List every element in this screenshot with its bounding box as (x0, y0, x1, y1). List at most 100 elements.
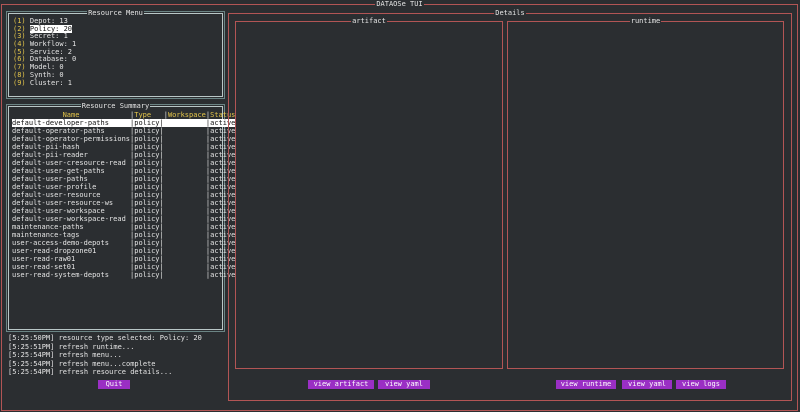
cell-name: default-user-cresource-read (12, 159, 126, 167)
cell-type: |policy| (130, 207, 164, 215)
cell-type: |policy| (130, 135, 164, 143)
runtime-title: runtime (629, 17, 662, 25)
cell-workspace (164, 239, 206, 247)
table-row[interactable]: default-pii-hash |policy| |active (12, 143, 235, 151)
table-row[interactable]: user-read-set01 |policy| |active (12, 263, 235, 271)
cell-type: |policy| (130, 215, 164, 223)
cell-type: |policy| (130, 151, 164, 159)
table-row[interactable]: default-user-resource |policy| |active (12, 191, 235, 199)
log-line: [5:25:54PM] refresh resource details... (8, 368, 173, 377)
table-row[interactable]: default-user-paths |policy| |active (12, 175, 235, 183)
cell-type: |policy| (130, 159, 164, 167)
cell-name: default-user-profile (12, 183, 97, 191)
cell-name: default-user-resource-ws (12, 199, 114, 207)
cell-workspace (164, 231, 206, 239)
cell-name: default-operator-permissions (12, 135, 131, 143)
cell-workspace (164, 175, 206, 183)
table-row[interactable]: default-operator-paths |policy| |active (12, 127, 235, 135)
table-row[interactable]: default-user-profile |policy| |active (12, 183, 235, 191)
log-line: [5:25:51PM] refresh runtime... (8, 342, 135, 351)
cell-type: |policy| (130, 199, 164, 207)
cell-name: user-read-dropzone01 (12, 247, 97, 255)
cell-workspace (164, 199, 206, 207)
resource-summary-panel: Resource Summary Name |Type |Workspace |… (6, 102, 236, 332)
resource-menu-panel: Resource Menu (1) Depot: 13 (2) Policy: 2… (6, 9, 225, 99)
cell-workspace (164, 223, 206, 231)
table-row[interactable]: default-user-workspace-read |policy| |acti… (12, 215, 235, 223)
cell-type: |policy| (130, 143, 164, 151)
cell-workspace (163, 119, 206, 127)
cell-workspace (164, 271, 206, 279)
cell-name: default-user-workspace (12, 207, 105, 215)
table-row[interactable]: default-user-cresource-read |policy| |acti… (12, 159, 235, 167)
cell-workspace (164, 207, 206, 215)
cell-name: user-access-demo-depots (12, 239, 109, 247)
resource-summary-title: Resource Summary (80, 102, 151, 110)
log-line: [5:25:50PM] resource type selected: Poli… (8, 334, 202, 342)
table-row[interactable]: default-pii-reader |policy| |active (12, 151, 235, 159)
quit-button[interactable]: Quit (98, 380, 130, 389)
table-row[interactable]: user-access-demo-depots |policy| |active (12, 239, 235, 247)
table-row[interactable]: maintenance-paths |policy| |active (12, 223, 235, 231)
table-row[interactable]: user-read-dropzone01 |policy| |active (12, 247, 235, 255)
view-artifact-button[interactable]: view artifact (308, 380, 374, 389)
menu-item-label: Depot: 13 (29, 17, 68, 25)
cell-name: maintenance-paths (12, 223, 84, 231)
table-row[interactable]: default-user-resource-ws |policy| |active (12, 199, 235, 207)
menu-item[interactable]: (8) Synth: 0 (13, 71, 76, 79)
view-yaml-artifact-button[interactable]: view yaml (378, 380, 430, 389)
cell-workspace (164, 247, 206, 255)
table-row[interactable]: default-developer-paths |policy| |active (12, 119, 236, 127)
cell-type: |policy| (130, 247, 164, 255)
table-row[interactable]: user-read-system-depots |policy| |active (12, 271, 235, 279)
menu-item[interactable]: (7) Model: 0 (13, 63, 76, 71)
cell-name: default-developer-paths (12, 119, 131, 127)
cell-type: |policy| (130, 127, 164, 135)
header-name[interactable]: Name (63, 111, 80, 119)
log-line: [5:25:54PM] refresh menu... (8, 351, 122, 360)
cell-name: default-user-get-paths (12, 167, 105, 175)
cell-type: |policy| (130, 271, 164, 279)
header-workspace[interactable]: Workspace (168, 111, 206, 119)
cell-type: |policy| (130, 167, 164, 175)
menu-item-number: (9) (13, 78, 26, 87)
cell-workspace (164, 151, 206, 159)
resource-summary-table: Name |Type |Workspace |Status default-de… (12, 111, 236, 279)
cell-workspace (164, 159, 206, 167)
app-title: DATAOSe TUI (375, 0, 424, 8)
cell-name: default-pii-hash (12, 143, 80, 151)
table-row[interactable]: maintenance-tags |policy| |active (12, 231, 235, 239)
cell-type: |policy| (130, 223, 164, 231)
runtime-panel: runtime (507, 17, 784, 369)
cell-name: default-user-resource (12, 191, 101, 199)
table-row[interactable]: default-user-get-paths |policy| |active (12, 167, 235, 175)
menu-item[interactable]: (3) Secret: 1 (13, 32, 76, 40)
view-runtime-button[interactable]: view runtime (556, 380, 616, 389)
cell-type: |policy| (130, 175, 164, 183)
cell-workspace (164, 135, 206, 143)
menu-item[interactable]: (2) Policy: 20 (13, 24, 76, 33)
table-row[interactable]: user-read-raw01 |policy| |active (12, 255, 235, 263)
cell-type: |policy| (130, 255, 164, 263)
cell-type: |policy| (130, 119, 164, 127)
menu-item[interactable]: (9) Cluster: 1 (13, 79, 76, 87)
table-row[interactable]: default-user-workspace |policy| |active (12, 207, 235, 215)
cell-workspace (164, 255, 206, 263)
cell-workspace (164, 127, 206, 135)
view-yaml-runtime-button[interactable]: view yaml (622, 380, 672, 389)
menu-item[interactable]: (5) Service: 2 (13, 48, 76, 56)
details-title: Details (494, 9, 526, 17)
cell-name: default-operator-paths (12, 127, 105, 135)
menu-item[interactable]: (4) Workflow: 1 (13, 40, 76, 48)
table-header-row: Name |Type |Workspace |Status (62, 111, 236, 119)
resource-menu-list: (1) Depot: 13 (2) Policy: 20 (3) Secret: 1… (13, 17, 76, 87)
cell-workspace (164, 143, 206, 151)
menu-item[interactable]: (6) Database: 0 (13, 55, 76, 63)
view-logs-button[interactable]: view logs (676, 380, 726, 389)
table-row[interactable]: default-operator-permissions |policy| |act… (12, 135, 235, 143)
cell-type: |policy| (130, 231, 164, 239)
menu-item[interactable]: (1) Depot: 13 (13, 17, 76, 25)
cell-name: user-read-system-depots (12, 271, 109, 279)
cell-workspace (164, 263, 206, 271)
header-type[interactable]: Type (134, 111, 151, 119)
